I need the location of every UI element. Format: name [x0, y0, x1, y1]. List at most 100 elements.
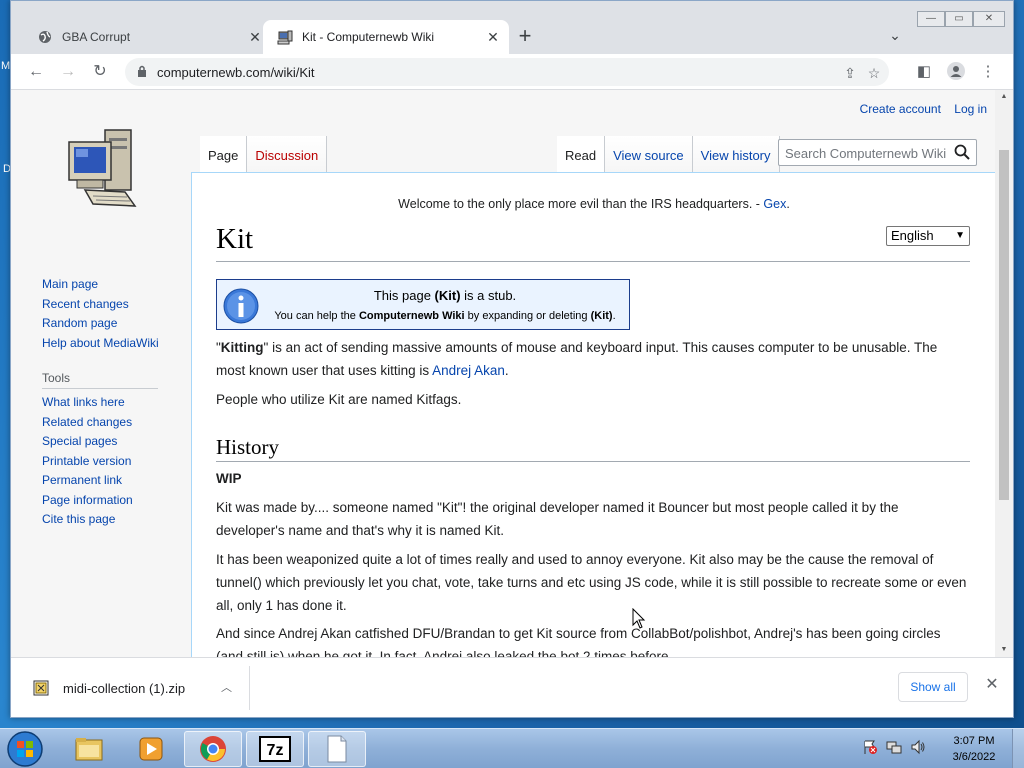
create-account-link[interactable]: Create account: [860, 102, 941, 116]
network-icon[interactable]: [886, 739, 902, 755]
paragraph-history-3: And since Andrej Akan catfished DFU/Bran…: [216, 626, 941, 657]
share-icon[interactable]: ⇪: [841, 64, 859, 82]
search-input[interactable]: Search Computernewb Wiki: [778, 139, 977, 166]
tab-page[interactable]: Page: [200, 136, 248, 172]
sidebar-item-cite-this-page[interactable]: Cite this page: [42, 512, 202, 532]
scroll-down-icon[interactable]: ▼: [999, 646, 1009, 653]
7zip-taskbar-button[interactable]: 7z: [246, 731, 304, 767]
view-tabs: Read View source View history: [557, 136, 780, 172]
stub-text-bold: Computernewb Wiki: [358, 310, 465, 322]
document-taskbar-button[interactable]: [308, 731, 366, 767]
paragraph-history-1: Kit was made by.... someone named "Kit"!…: [216, 500, 899, 538]
stub-text: by expanding or deleting: [464, 310, 591, 322]
browser-toolbar: ← → ↻ computernewb.com/wiki/Kit ⇪ ☆ ◧ ⋮: [11, 54, 1013, 90]
chevron-up-icon[interactable]: ︿: [221, 679, 232, 695]
search-icon[interactable]: [954, 144, 970, 160]
star-icon[interactable]: ☆: [865, 64, 883, 82]
close-icon[interactable]: ✕: [247, 29, 263, 45]
title-divider: [216, 261, 970, 262]
chrome-icon: [200, 736, 226, 762]
back-arrow-icon[interactable]: ←: [25, 61, 47, 83]
maximize-button[interactable]: ▭: [945, 11, 973, 27]
andrej-akan-link[interactable]: Andrej Akan: [432, 363, 505, 378]
sidebar-item-recent-changes[interactable]: Recent changes: [42, 297, 202, 317]
tab-title: Kit - Computernewb Wiki: [302, 30, 435, 44]
tab-read[interactable]: Read: [557, 136, 606, 172]
log-in-link[interactable]: Log in: [954, 102, 987, 116]
tab-view-source[interactable]: View source: [605, 136, 693, 172]
forward-arrow-icon[interactable]: →: [57, 61, 79, 83]
taskbar-clock[interactable]: 3:07 PM 3/6/2022: [944, 733, 1004, 765]
sidebar-item-printable-version[interactable]: Printable version: [42, 454, 202, 474]
taskbar: 7z 3:07 PM 3/6/2022: [0, 728, 1024, 768]
volume-icon[interactable]: [910, 739, 926, 755]
chrome-window: GBA Corrupt ✕ Kit - Computernewb Wiki ✕ …: [10, 0, 1014, 718]
sidebar-item-help[interactable]: Help about MediaWiki: [42, 336, 202, 356]
mouse-cursor-icon: [632, 608, 646, 629]
close-icon[interactable]: ✕: [485, 29, 501, 45]
clock-time: 3:07 PM: [953, 735, 995, 747]
address-bar[interactable]: computernewb.com/wiki/Kit ⇪ ☆: [125, 58, 889, 86]
site-notice-link[interactable]: Gex: [763, 197, 786, 211]
tab-title: GBA Corrupt: [62, 30, 131, 44]
stub-notice: This page (Kit) is a stub. You can help …: [216, 279, 630, 330]
personal-tools: Create account Log in: [850, 102, 987, 116]
stub-text: .: [612, 310, 616, 322]
scrollbar-thumb[interactable]: [999, 150, 1009, 500]
url-text: computernewb.com/wiki/Kit: [157, 65, 315, 80]
action-center-flag-icon[interactable]: [862, 739, 878, 755]
page-viewport: Create account Log in Main page Recent c…: [11, 90, 995, 657]
download-item[interactable]: midi-collection (1).zip: [33, 676, 185, 700]
site-notice-suffix: .: [786, 197, 790, 211]
download-filename: midi-collection (1).zip: [63, 680, 186, 696]
sidebar-item-random-page[interactable]: Random page: [42, 316, 202, 336]
close-icon[interactable]: ✕: [983, 676, 1001, 694]
plus-icon[interactable]: +: [513, 25, 537, 49]
stub-text: is a stub.: [460, 288, 517, 303]
menu-dots-icon[interactable]: ⋮: [978, 62, 998, 82]
system-tray: [862, 739, 926, 759]
sidebar-item-what-links-here[interactable]: What links here: [42, 395, 202, 415]
sidebar-item-special-pages[interactable]: Special pages: [42, 434, 202, 454]
stub-text: This page: [373, 288, 435, 303]
scroll-up-icon[interactable]: ▲: [999, 93, 1009, 100]
page-title: Kit: [216, 223, 254, 255]
tab-view-history[interactable]: View history: [692, 136, 780, 172]
tab-kit-wiki[interactable]: Kit - Computernewb Wiki ✕: [263, 20, 509, 54]
clock-date: 3/6/2022: [952, 751, 996, 763]
minimize-button[interactable]: —: [917, 11, 945, 27]
wiki-logo[interactable]: [63, 126, 143, 216]
wip-label: WIP: [216, 471, 242, 486]
media-player-taskbar-button[interactable]: [122, 731, 180, 767]
sidebar-item-related-changes[interactable]: Related changes: [42, 415, 202, 435]
lock-icon: [138, 65, 146, 77]
profile-icon[interactable]: [946, 62, 966, 82]
tab-strip: GBA Corrupt ✕ Kit - Computernewb Wiki ✕ …: [11, 1, 1013, 54]
tab-discussion[interactable]: Discussion: [247, 136, 328, 172]
divider: [249, 666, 250, 710]
language-value: English: [891, 228, 934, 243]
chevron-down-icon[interactable]: ⌄: [885, 27, 905, 47]
tab-gba-corrupt[interactable]: GBA Corrupt ✕: [23, 20, 271, 54]
desktop-icon-label-fragment: M: [1, 60, 11, 72]
stub-text-bold: (Kit): [434, 288, 461, 303]
sidebar-item-main-page[interactable]: Main page: [42, 277, 202, 297]
close-window-button[interactable]: ✕: [973, 11, 1005, 27]
side-panel-icon[interactable]: ◧: [914, 62, 934, 82]
show-desktop-button[interactable]: [1012, 729, 1024, 768]
globe-icon: [37, 29, 53, 45]
text: " is an act of sending massive amounts o…: [216, 340, 938, 378]
page-scrollbar[interactable]: ▲ ▼: [995, 90, 1013, 657]
paragraph-history-2: It has been weaponized quite a lot of ti…: [216, 552, 967, 613]
zip-file-icon: [33, 680, 49, 696]
chrome-taskbar-button[interactable]: [184, 731, 242, 767]
stub-line-1: This page (Kit) is a stub.: [265, 288, 625, 303]
show-all-button[interactable]: Show all: [898, 672, 968, 702]
sidebar-item-page-information[interactable]: Page information: [42, 493, 202, 513]
start-button[interactable]: [4, 730, 46, 768]
sidebar-item-permanent-link[interactable]: Permanent link: [42, 473, 202, 493]
explorer-taskbar-button[interactable]: [60, 731, 118, 767]
info-icon: [223, 288, 259, 324]
language-select[interactable]: English ▼: [886, 226, 970, 246]
reload-icon[interactable]: ↻: [89, 61, 111, 83]
